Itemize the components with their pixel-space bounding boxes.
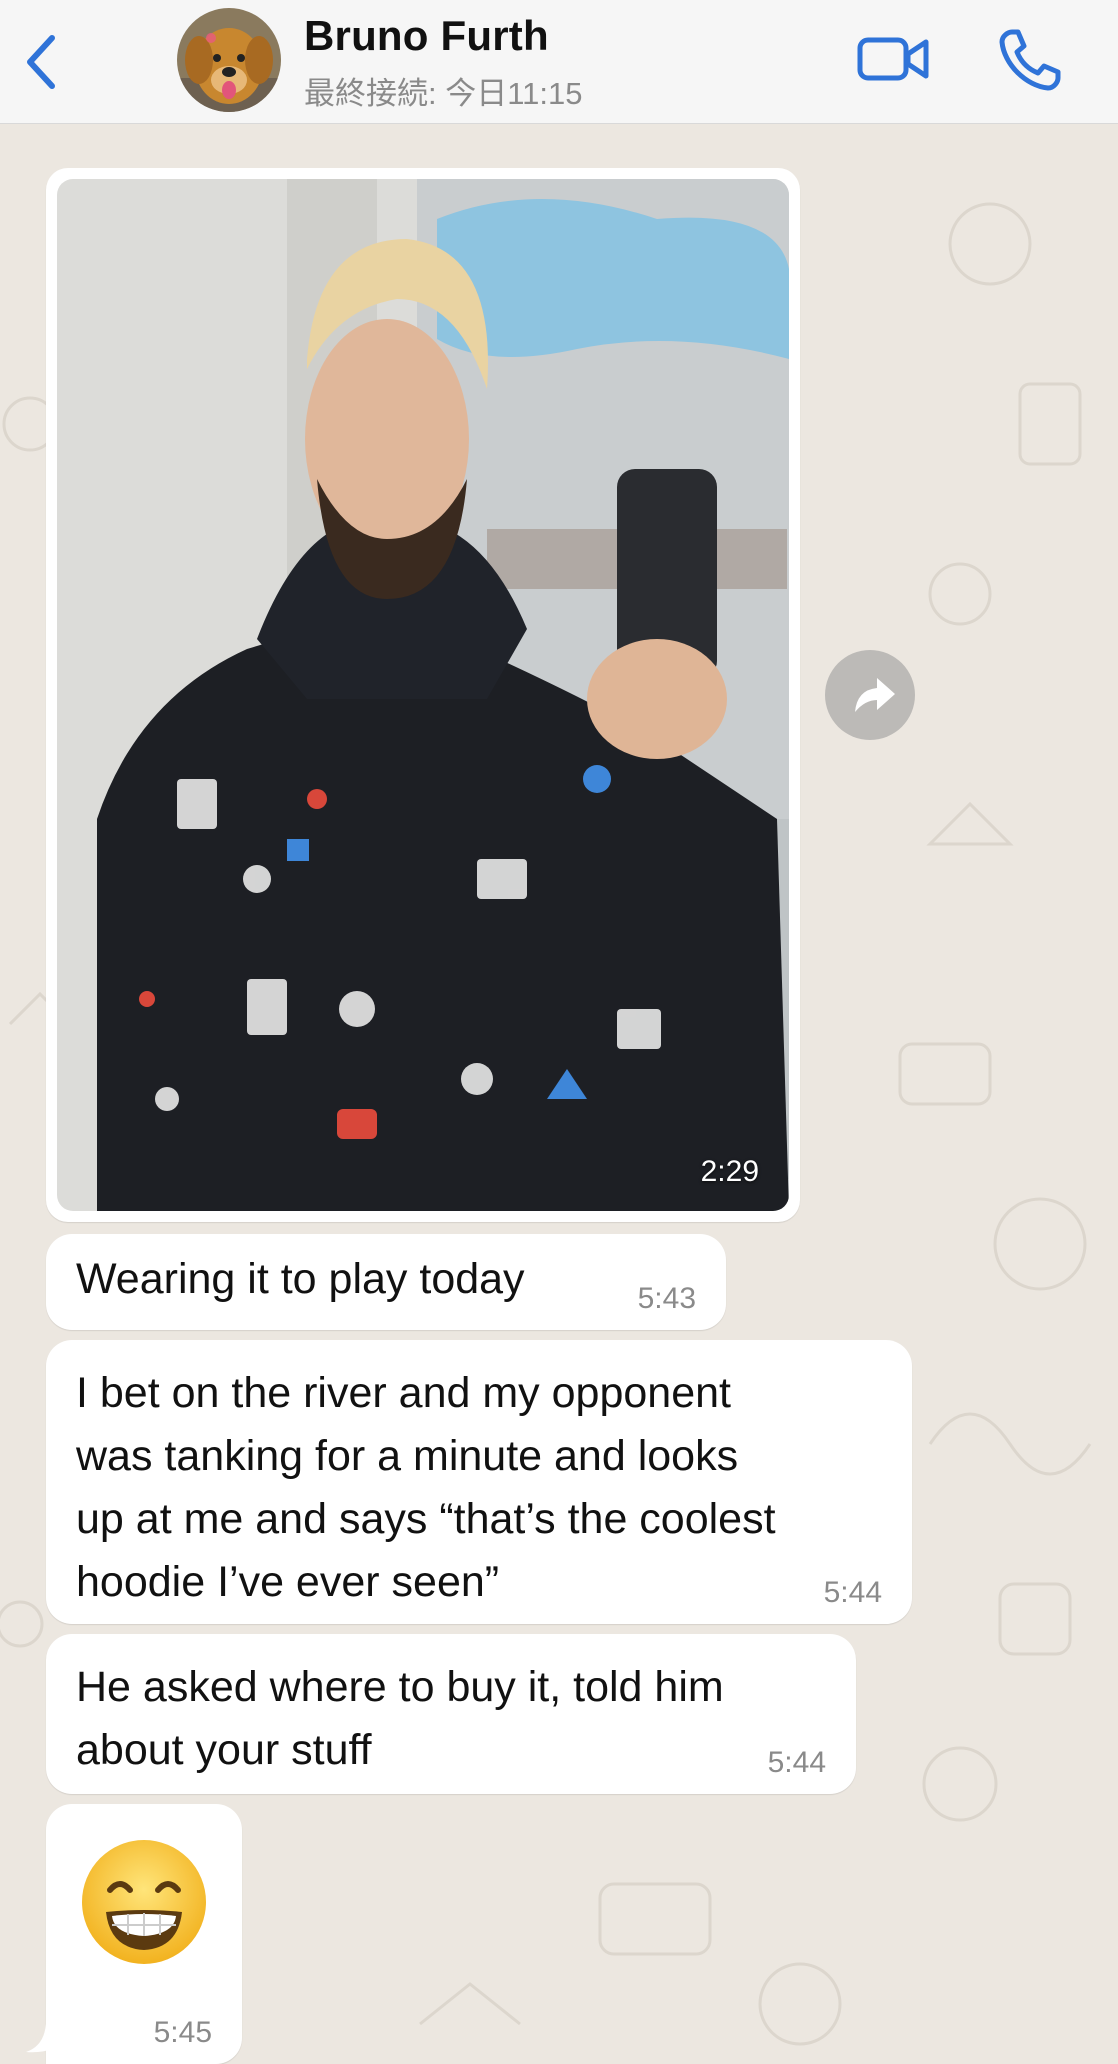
last-seen-status: 最終接続: 今日11:15 <box>304 76 583 111</box>
text-message[interactable]: Wearing it to play today 5:43 <box>46 1234 726 1330</box>
text-message[interactable]: I bet on the river and my opponent was t… <box>46 1340 912 1624</box>
message-line: Wearing it to play today <box>76 1255 525 1303</box>
text-message[interactable]: He asked where to buy it, told him about… <box>46 1634 856 1794</box>
share-forward-icon <box>855 678 895 712</box>
selfie-photo[interactable]: 2:29 <box>57 179 789 1211</box>
dog-avatar-image <box>177 8 281 112</box>
message-line: up at me and says “that’s the coolest <box>76 1495 776 1543</box>
message-text: He asked where to buy it, told him about… <box>76 1656 724 1782</box>
message-text: I bet on the river and my opponent was t… <box>76 1362 776 1614</box>
avatar[interactable] <box>177 8 281 112</box>
contact-name[interactable]: Bruno Furth <box>304 12 549 60</box>
message-line: I bet on the river and my opponent <box>76 1369 731 1417</box>
phone-icon[interactable] <box>998 26 1064 92</box>
video-camera-icon[interactable] <box>856 30 932 88</box>
forward-button[interactable] <box>825 650 915 740</box>
message-time: 5:45 <box>153 2016 212 2049</box>
chat-header: Bruno Furth 最終接続: 今日11:15 <box>0 0 1118 124</box>
bubble-tail <box>26 2024 66 2053</box>
message-text: Wearing it to play today <box>76 1248 525 1311</box>
message-line: hoodie I’ve ever seen” <box>76 1558 500 1606</box>
grinning-face-icon <box>82 1840 206 1964</box>
photo-message[interactable]: 2:29 <box>46 168 800 1222</box>
message-time: 5:44 <box>823 1576 882 1609</box>
message-line: was tanking for a minute and looks <box>76 1432 739 1480</box>
message-line: He asked where to buy it, told him <box>76 1663 724 1711</box>
emoji-message[interactable]: 5:45 <box>46 1804 242 2064</box>
message-line: about your stuff <box>76 1726 372 1774</box>
message-time: 2:29 <box>700 1155 759 1188</box>
chevron-left-icon[interactable] <box>18 30 64 94</box>
message-time: 5:44 <box>767 1746 826 1779</box>
photo-image <box>57 179 789 1211</box>
message-time: 5:43 <box>637 1282 696 1315</box>
